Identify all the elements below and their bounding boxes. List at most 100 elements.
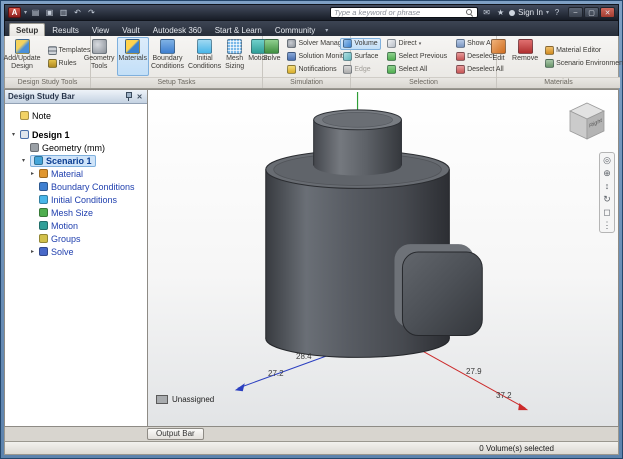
geometry-tools-button[interactable]: Geometry Tools	[82, 37, 117, 76]
edge-icon	[343, 65, 353, 74]
pin-icon[interactable]	[124, 92, 133, 101]
tree-item-motion[interactable]: Motion	[5, 219, 147, 232]
close-button[interactable]: ✕	[600, 7, 615, 18]
scenario-twisty-icon[interactable]: ▾	[20, 157, 27, 164]
rules-icon	[47, 58, 57, 68]
maximize-button[interactable]: ▢	[584, 7, 599, 18]
search-icon[interactable]	[466, 8, 474, 17]
output-bar-button[interactable]: Output Bar	[147, 427, 204, 441]
undo-icon[interactable]: ↶	[72, 8, 83, 17]
tree-item-solve[interactable]: ▸ Solve	[5, 245, 147, 258]
select-previous-label: Select Previous	[398, 53, 448, 60]
scenario-selected-row[interactable]: Scenario 1	[30, 154, 96, 167]
add-update-design-icon	[14, 39, 30, 54]
tree-item-initial-conditions[interactable]: Initial Conditions	[5, 193, 147, 206]
tree-item-groups[interactable]: Groups	[5, 232, 147, 245]
group-label-design-study-tools[interactable]: Design Study Tools	[5, 77, 90, 88]
open-icon[interactable]: ▣	[44, 8, 55, 17]
app-menu-chevron-icon[interactable]: ▾	[24, 9, 27, 16]
orbit-icon[interactable]: ↻	[600, 194, 614, 204]
tree-item-mesh-size[interactable]: Mesh Size	[5, 206, 147, 219]
group-label-materials[interactable]: Materials	[497, 77, 620, 88]
deselect-all-icon	[456, 65, 466, 74]
navbar-more-icon[interactable]: ⋮	[600, 220, 614, 230]
zoom-icon[interactable]: ⊕	[600, 168, 614, 178]
direct-selection-button[interactable]: Direct ▾	[384, 38, 450, 50]
tab-vault[interactable]: Vault	[116, 24, 146, 36]
tree-item-geometry[interactable]: Geometry (mm)	[5, 141, 147, 154]
favorites-icon[interactable]: ★	[495, 8, 506, 17]
3d-viewport[interactable]: 28.4 27.2 27.9 37.2 Unassigned Right ◎ ⊕…	[148, 89, 619, 427]
select-all-button[interactable]: Select All	[384, 64, 450, 76]
solve-twisty-icon[interactable]: ▸	[29, 248, 36, 255]
edit-material-button[interactable]: Edit	[489, 37, 508, 76]
sign-in-chevron-icon[interactable]: ▾	[546, 9, 549, 16]
solve-label: Solve	[262, 55, 281, 62]
tab-results[interactable]: Results	[46, 24, 85, 36]
design-twisty-icon[interactable]: ▾	[10, 131, 17, 138]
solver-manager-icon	[287, 39, 297, 48]
direct-chevron-icon[interactable]: ▾	[419, 41, 422, 47]
select-surface-button[interactable]: Surface	[340, 51, 381, 63]
material-twisty-icon[interactable]: ▸	[29, 170, 36, 177]
communication-center-icon[interactable]: ✉	[481, 8, 492, 17]
tab-autodesk-360[interactable]: Autodesk 360	[147, 24, 208, 36]
tree-item-material[interactable]: ▸ Material	[5, 167, 147, 180]
minimize-button[interactable]: –	[568, 7, 583, 18]
redo-icon[interactable]: ↷	[86, 8, 97, 17]
mesh-size-label: Mesh Size	[51, 207, 94, 218]
search-input[interactable]	[334, 8, 465, 17]
new-icon[interactable]: ▤	[30, 8, 41, 17]
groups-label: Groups	[51, 233, 81, 244]
select-previous-button[interactable]: Select Previous	[384, 51, 450, 63]
tree-item-design[interactable]: ▾ Design 1	[5, 128, 147, 141]
panel-close-icon[interactable]: ✕	[135, 93, 144, 101]
scenario-environment-button[interactable]: Scenario Environment	[542, 57, 623, 69]
save-icon[interactable]: ▥	[58, 8, 69, 17]
group-label-simulation[interactable]: Simulation	[263, 77, 350, 88]
tab-start-learn[interactable]: Start & Learn	[209, 24, 268, 36]
autodesk-logo-icon[interactable]: A	[8, 7, 21, 18]
solve-tree-label: Solve	[51, 246, 74, 257]
tabs-overflow-chevron-icon[interactable]: ▾	[322, 27, 331, 36]
app-window: A ▾ ▤ ▣ ▥ ↶ ↷ ✉ ★ Sign In ▾ ? – ▢ ✕ Setu…	[0, 0, 623, 459]
select-all-icon	[387, 65, 397, 74]
material-editor-button[interactable]: Material Editor	[542, 44, 623, 56]
remove-material-button[interactable]: Remove	[510, 37, 540, 76]
ribbon: Add/Update Design Templates Rules Design…	[2, 36, 623, 89]
side-boss-front-face[interactable]	[401, 251, 483, 337]
boundary-conditions-icon	[159, 39, 175, 54]
view-cube[interactable]: Right	[564, 98, 610, 144]
look-at-icon[interactable]: ◻	[600, 207, 614, 217]
show-all-icon	[456, 39, 466, 48]
help-icon[interactable]: ?	[552, 8, 562, 17]
initial-conditions-button[interactable]: Initial Conditions	[186, 37, 223, 76]
tab-setup[interactable]: Setup	[9, 23, 46, 36]
motion-tree-icon	[39, 221, 48, 230]
tree-item-note[interactable]: Note	[5, 109, 147, 122]
solution-monitor-icon	[287, 52, 297, 61]
tree-item-boundary-conditions[interactable]: Boundary Conditions	[5, 180, 147, 193]
design-icon	[20, 130, 29, 139]
scenario-icon	[34, 156, 43, 165]
boundary-conditions-button[interactable]: Boundary Conditions	[149, 37, 186, 76]
select-volume-button[interactable]: Volume	[340, 37, 382, 50]
tree-item-scenario[interactable]: ▾ Scenario 1	[5, 154, 147, 167]
materials-button[interactable]: Materials	[116, 37, 149, 76]
rules-label: Rules	[58, 59, 77, 67]
add-update-design-button[interactable]: Add/Update Design	[2, 37, 43, 76]
mesh-sizing-button[interactable]: Mesh Sizing	[223, 37, 246, 76]
tab-view[interactable]: View	[86, 24, 115, 36]
group-label-selection[interactable]: Selection	[351, 77, 496, 88]
select-edge-button[interactable]: Edge	[340, 64, 381, 76]
solve-button[interactable]: Solve	[261, 37, 283, 76]
tab-community[interactable]: Community	[269, 24, 321, 36]
model-3d[interactable]	[148, 90, 618, 426]
steering-wheel-icon[interactable]: ◎	[600, 155, 614, 165]
user-icon	[509, 9, 516, 16]
sign-in-button[interactable]: Sign In	[518, 8, 543, 17]
group-label-setup-tasks[interactable]: Setup Tasks	[91, 77, 262, 88]
pan-icon[interactable]: ↕	[600, 181, 614, 191]
search-box[interactable]	[330, 7, 479, 18]
ribbon-group-simulation: Solve Solver Manager Solution Monitor No…	[263, 36, 351, 88]
